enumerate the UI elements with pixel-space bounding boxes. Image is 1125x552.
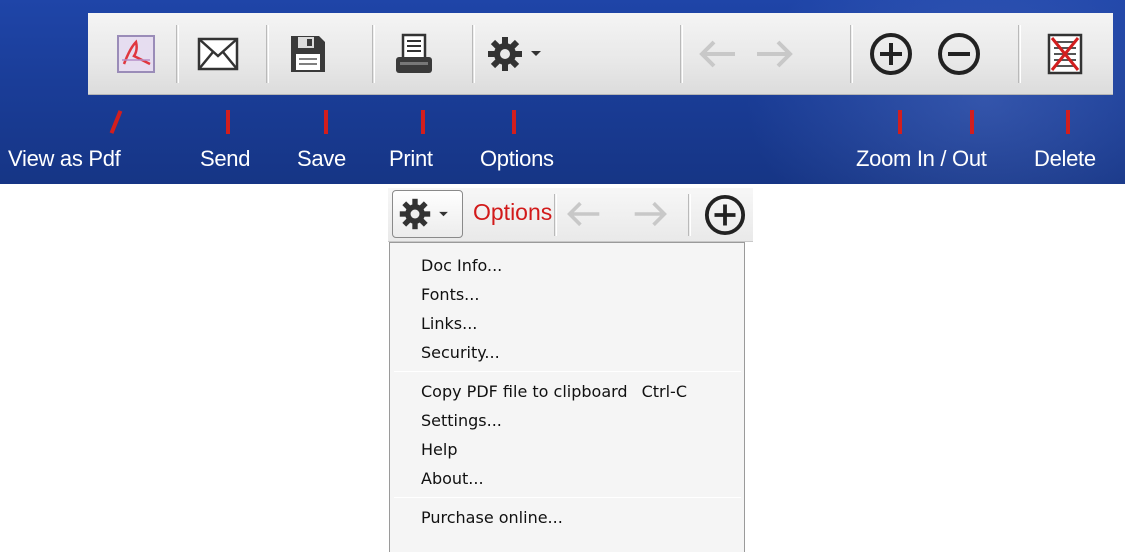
toolbar-separator xyxy=(850,25,853,83)
menu-item-fonts[interactable]: Fonts... xyxy=(390,280,744,309)
toolbar-separator xyxy=(680,25,683,83)
options-button[interactable] xyxy=(482,21,556,87)
delete-icon xyxy=(1047,33,1083,75)
arrow-right-icon xyxy=(634,201,667,227)
zoom-out-icon xyxy=(938,33,980,75)
menu-separator xyxy=(394,371,741,372)
label-view-as-pdf: View as Pdf xyxy=(8,146,121,171)
menu-item-about[interactable]: About... xyxy=(390,464,744,493)
floppy-disk-icon xyxy=(291,36,325,72)
gear-icon xyxy=(488,37,522,71)
pointer-print xyxy=(421,110,425,134)
label-options: Options xyxy=(480,146,554,171)
printer-icon xyxy=(396,33,432,73)
arrow-right-icon xyxy=(757,40,793,68)
back-button[interactable] xyxy=(566,200,602,233)
options-menu: Doc Info... Fonts... Links... Security..… xyxy=(389,242,745,552)
delete-button[interactable] xyxy=(1033,21,1097,87)
chevron-down-icon xyxy=(531,51,541,56)
forward-button[interactable] xyxy=(748,21,800,87)
pointer-view-as-pdf xyxy=(109,110,123,134)
send-button[interactable] xyxy=(186,21,250,87)
toolbar-separator xyxy=(472,25,475,83)
zoom-in-icon xyxy=(870,33,912,75)
view-as-pdf-button[interactable] xyxy=(102,21,170,87)
menu-item-help[interactable]: Help xyxy=(390,435,744,464)
menu-item-shortcut: Ctrl-C xyxy=(641,382,687,401)
label-zoom: Zoom In / Out xyxy=(856,146,987,171)
forward-button[interactable] xyxy=(632,200,668,233)
toolbar-separator xyxy=(372,25,375,83)
zoom-out-button[interactable] xyxy=(930,21,988,87)
zoom-in-icon xyxy=(704,194,746,236)
pointer-zoom-out xyxy=(970,110,974,134)
arrow-left-icon xyxy=(699,40,735,68)
label-delete: Delete xyxy=(1034,146,1096,171)
chevron-down-icon xyxy=(439,211,448,216)
gear-icon xyxy=(399,198,431,230)
menu-item-security[interactable]: Security... xyxy=(390,338,744,367)
save-button[interactable] xyxy=(276,21,340,87)
pointer-send xyxy=(226,110,230,134)
label-print: Print xyxy=(389,146,433,171)
pointer-delete xyxy=(1066,110,1070,134)
back-button[interactable] xyxy=(692,21,744,87)
label-save: Save xyxy=(297,146,346,171)
pdf-icon xyxy=(117,35,155,73)
main-toolbar xyxy=(88,13,1113,95)
pointer-options xyxy=(512,110,516,134)
toolbar-separator xyxy=(554,194,557,236)
menu-item-settings[interactable]: Settings... xyxy=(390,406,744,435)
toolbar-separator xyxy=(1018,25,1021,83)
label-send: Send xyxy=(200,146,251,171)
options-callout-label: Options xyxy=(473,199,553,225)
toolbar-separator xyxy=(688,194,691,236)
menu-item-links[interactable]: Links... xyxy=(390,309,744,338)
toolbar-separator xyxy=(266,25,269,83)
menu-item-purchase-online[interactable]: Purchase online... xyxy=(390,503,744,532)
toolbar-banner: View as Pdf Send Save Print Options Zoom… xyxy=(0,0,1125,184)
envelope-icon xyxy=(197,37,239,71)
menu-item-doc-info[interactable]: Doc Info... xyxy=(390,251,744,280)
pointer-zoom-in xyxy=(898,110,902,134)
print-button[interactable] xyxy=(382,21,446,87)
menu-item-copy-pdf[interactable]: Copy PDF file to clipboard Ctrl-C xyxy=(390,377,744,406)
menu-item-label: Copy PDF file to clipboard xyxy=(421,382,628,401)
menu-separator xyxy=(394,497,741,498)
zoom-in-button[interactable] xyxy=(704,194,746,241)
arrow-left-icon xyxy=(567,201,600,227)
pointer-save xyxy=(324,110,328,134)
options-callout-toolbar: Options xyxy=(388,188,753,242)
toolbar-separator xyxy=(176,25,179,83)
zoom-in-button[interactable] xyxy=(862,21,920,87)
options-dropdown-button[interactable] xyxy=(392,190,463,238)
